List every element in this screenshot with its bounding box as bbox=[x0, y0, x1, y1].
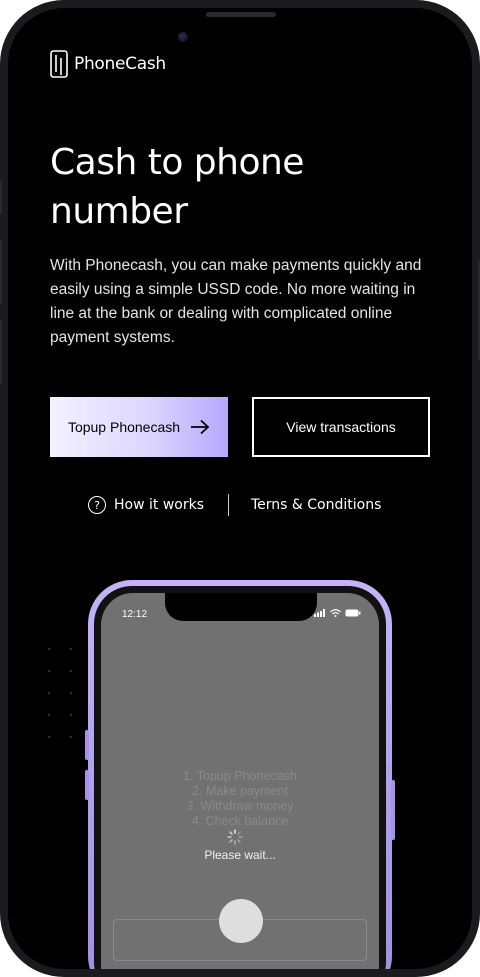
topup-phonecash-button[interactable]: Topup Phonecash bbox=[50, 397, 228, 457]
mockup-notch bbox=[165, 593, 317, 621]
device-side-button bbox=[0, 320, 2, 384]
hero-title: Cash to phone number bbox=[50, 142, 304, 232]
ussd-menu-list: 1. Topup Phonecash 2. Make payment 3. Wi… bbox=[101, 769, 379, 829]
phone-mockup: 12:12 1. Topup Phonecash 2. Make payment… bbox=[85, 580, 395, 969]
ussd-menu-item: 3. Withdraw money bbox=[186, 799, 294, 813]
status-icons bbox=[314, 609, 361, 617]
device-frame: PhoneCash Cash to phone number With Phon… bbox=[0, 0, 480, 977]
battery-icon bbox=[345, 609, 361, 617]
mockup-bezel: 12:12 1. Topup Phonecash 2. Make payment… bbox=[94, 586, 386, 969]
front-camera-icon bbox=[178, 32, 188, 42]
how-it-works-label: How it works bbox=[114, 497, 204, 513]
hero-description: With Phonecash, you can make payments qu… bbox=[50, 257, 422, 346]
ussd-menu-item: 2. Make payment bbox=[192, 784, 288, 798]
mockup-side-button bbox=[85, 770, 89, 800]
view-transactions-label: View transactions bbox=[286, 419, 396, 435]
how-it-works-link[interactable]: ? How it works bbox=[88, 496, 204, 514]
terms-link[interactable]: Terns & Conditions bbox=[251, 497, 381, 513]
link-divider bbox=[228, 494, 229, 516]
signal-icon bbox=[314, 609, 325, 617]
ussd-menu-item: 4. Check balance bbox=[191, 814, 289, 828]
loading-spinner-icon bbox=[227, 829, 243, 845]
info-links: ? How it works Terns & Conditions bbox=[88, 494, 381, 516]
device-side-button bbox=[0, 180, 2, 214]
arrow-right-icon bbox=[191, 419, 210, 435]
touch-indicator bbox=[219, 899, 263, 943]
please-wait-text: Please wait... bbox=[204, 848, 276, 862]
ussd-menu-item: 1. Topup Phonecash bbox=[183, 769, 297, 783]
phonecash-logo-icon bbox=[50, 50, 68, 78]
speaker-grille bbox=[206, 12, 276, 17]
view-transactions-button[interactable]: View transactions bbox=[252, 397, 430, 457]
question-circle-icon: ? bbox=[88, 496, 106, 514]
app-screen: PhoneCash Cash to phone number With Phon… bbox=[8, 8, 472, 969]
wifi-icon bbox=[330, 609, 341, 617]
status-time: 12:12 bbox=[122, 609, 148, 620]
mockup-screen: 12:12 1. Topup Phonecash 2. Make payment… bbox=[101, 593, 379, 969]
terms-label: Terns & Conditions bbox=[251, 497, 382, 513]
brand-logo[interactable]: PhoneCash bbox=[50, 50, 166, 78]
mockup-side-button bbox=[391, 780, 395, 840]
mockup-side-button bbox=[85, 730, 89, 760]
device-side-button bbox=[0, 240, 2, 304]
brand-name: PhoneCash bbox=[74, 54, 166, 74]
topup-phonecash-label: Topup Phonecash bbox=[67, 419, 181, 435]
